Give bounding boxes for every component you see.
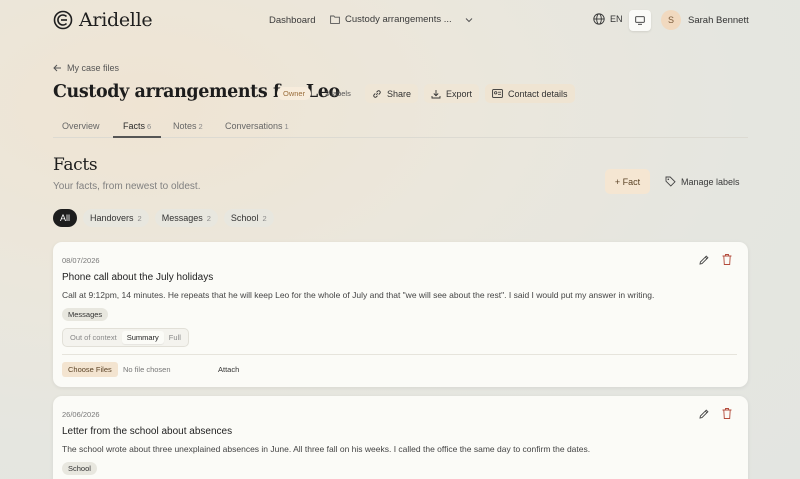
display-mode-button[interactable] bbox=[629, 10, 651, 31]
logo-mark-icon bbox=[53, 10, 73, 30]
filter-chip-school[interactable]: School 2 bbox=[223, 209, 274, 227]
chip-count: 2 bbox=[206, 213, 211, 223]
user-menu[interactable]: S Sarah Bennett bbox=[661, 10, 749, 30]
view-mode-toggle: Out of context Summary Full bbox=[62, 328, 189, 347]
chip-count: 2 bbox=[137, 213, 142, 223]
back-link[interactable]: My case files bbox=[53, 63, 119, 73]
folder-icon bbox=[330, 15, 340, 24]
add-fact-button[interactable]: + Fact bbox=[605, 169, 650, 194]
tab-count: 2 bbox=[198, 122, 203, 131]
chip-label: School bbox=[230, 213, 259, 223]
export-button[interactable]: Export bbox=[424, 84, 480, 103]
tab-count: 1 bbox=[284, 122, 289, 131]
fact-card: 26/06/2026 Letter from the school about … bbox=[53, 396, 748, 479]
choose-files-button[interactable]: Choose Files bbox=[62, 362, 118, 377]
section-subtitle: Your facts, from newest to oldest. bbox=[53, 181, 201, 192]
share-label: Share bbox=[387, 88, 412, 99]
logo[interactable]: Aridelle bbox=[53, 9, 153, 31]
view-summary[interactable]: Summary bbox=[121, 331, 164, 344]
tag-icon bbox=[665, 176, 676, 187]
view-full[interactable]: Full bbox=[164, 331, 186, 344]
tab-overview[interactable]: Overview bbox=[62, 121, 100, 131]
fact-body: Call at 9:12pm, 14 minutes. He repeats t… bbox=[62, 290, 655, 300]
edit-icon[interactable] bbox=[698, 254, 710, 266]
globe-icon bbox=[593, 13, 605, 25]
link-icon bbox=[373, 89, 381, 98]
chip-label: Handovers bbox=[90, 213, 134, 223]
active-tab-indicator bbox=[113, 136, 161, 138]
manage-labels-label: Manage labels bbox=[681, 176, 740, 187]
fact-title: Letter from the school about absences bbox=[62, 426, 233, 437]
fact-card: 08/07/2026 Phone call about the July hol… bbox=[53, 242, 748, 387]
label-filter: All Handovers 2 Messages 2 School 2 bbox=[53, 209, 274, 227]
fact-label-chip: School bbox=[62, 462, 97, 475]
contact-details-button[interactable]: Contact details bbox=[485, 84, 575, 103]
monitor-icon bbox=[635, 16, 645, 25]
attach-button[interactable]: Attach bbox=[218, 365, 239, 374]
case-tabs: Overview Facts 6 Notes 2 Conversations 1 bbox=[53, 118, 748, 138]
tab-facts[interactable]: Facts 6 bbox=[123, 121, 151, 131]
tab-label: Conversations bbox=[225, 121, 283, 131]
case-selector-label: Custody arrangements ... bbox=[345, 14, 452, 25]
fact-date: 26/06/2026 bbox=[62, 410, 100, 419]
manage-labels-button[interactable]: Manage labels bbox=[665, 176, 740, 187]
contact-details-label: Contact details bbox=[508, 88, 568, 99]
app-name: Aridelle bbox=[79, 9, 153, 31]
view-out-of-context[interactable]: Out of context bbox=[65, 331, 122, 344]
labels-count[interactable]: 3 labels bbox=[320, 87, 356, 100]
fact-title: Phone call about the July holidays bbox=[62, 272, 214, 283]
chevron-down-icon bbox=[465, 17, 473, 22]
trash-icon[interactable] bbox=[721, 407, 733, 420]
fact-label-chip: Messages bbox=[62, 308, 109, 321]
tab-notes[interactable]: Notes 2 bbox=[173, 121, 203, 131]
fact-date: 08/07/2026 bbox=[62, 256, 100, 265]
export-label: Export bbox=[446, 88, 473, 99]
file-status: No file chosen bbox=[123, 365, 171, 374]
contact-card-icon bbox=[492, 89, 503, 98]
filter-chip-all[interactable]: All bbox=[53, 209, 78, 227]
share-button[interactable]: Share bbox=[365, 84, 419, 103]
filter-chip-handovers[interactable]: Handovers 2 bbox=[83, 209, 149, 227]
tab-label: Notes bbox=[173, 121, 197, 131]
back-link-label: My case files bbox=[67, 63, 120, 73]
chip-label: All bbox=[60, 213, 71, 223]
avatar: S bbox=[661, 10, 681, 30]
top-bar: Aridelle Dashboard Custody arrangements … bbox=[0, 0, 800, 40]
tab-count: 6 bbox=[147, 122, 152, 131]
language-label: EN bbox=[610, 14, 623, 24]
language-selector[interactable]: EN bbox=[593, 13, 623, 25]
case-selector[interactable]: Custody arrangements ... bbox=[330, 14, 473, 25]
owner-badge: Owner bbox=[277, 87, 312, 100]
tab-label: Facts bbox=[123, 121, 146, 131]
user-name: Sarah Bennett bbox=[688, 14, 749, 26]
fact-body: The school wrote about three unexplained… bbox=[62, 444, 591, 454]
edit-icon[interactable] bbox=[698, 408, 710, 420]
chip-count: 2 bbox=[262, 213, 267, 223]
trash-icon[interactable] bbox=[721, 253, 733, 266]
nav-dashboard-link[interactable]: Dashboard bbox=[269, 15, 315, 26]
divider bbox=[62, 354, 737, 355]
tab-conversations[interactable]: Conversations 1 bbox=[225, 121, 289, 131]
tab-label: Overview bbox=[62, 121, 100, 131]
download-icon bbox=[431, 89, 441, 98]
filter-chip-messages[interactable]: Messages 2 bbox=[154, 209, 218, 227]
arrow-left-icon bbox=[53, 64, 61, 72]
chip-label: Messages bbox=[161, 213, 203, 223]
section-title: Facts bbox=[53, 155, 98, 175]
